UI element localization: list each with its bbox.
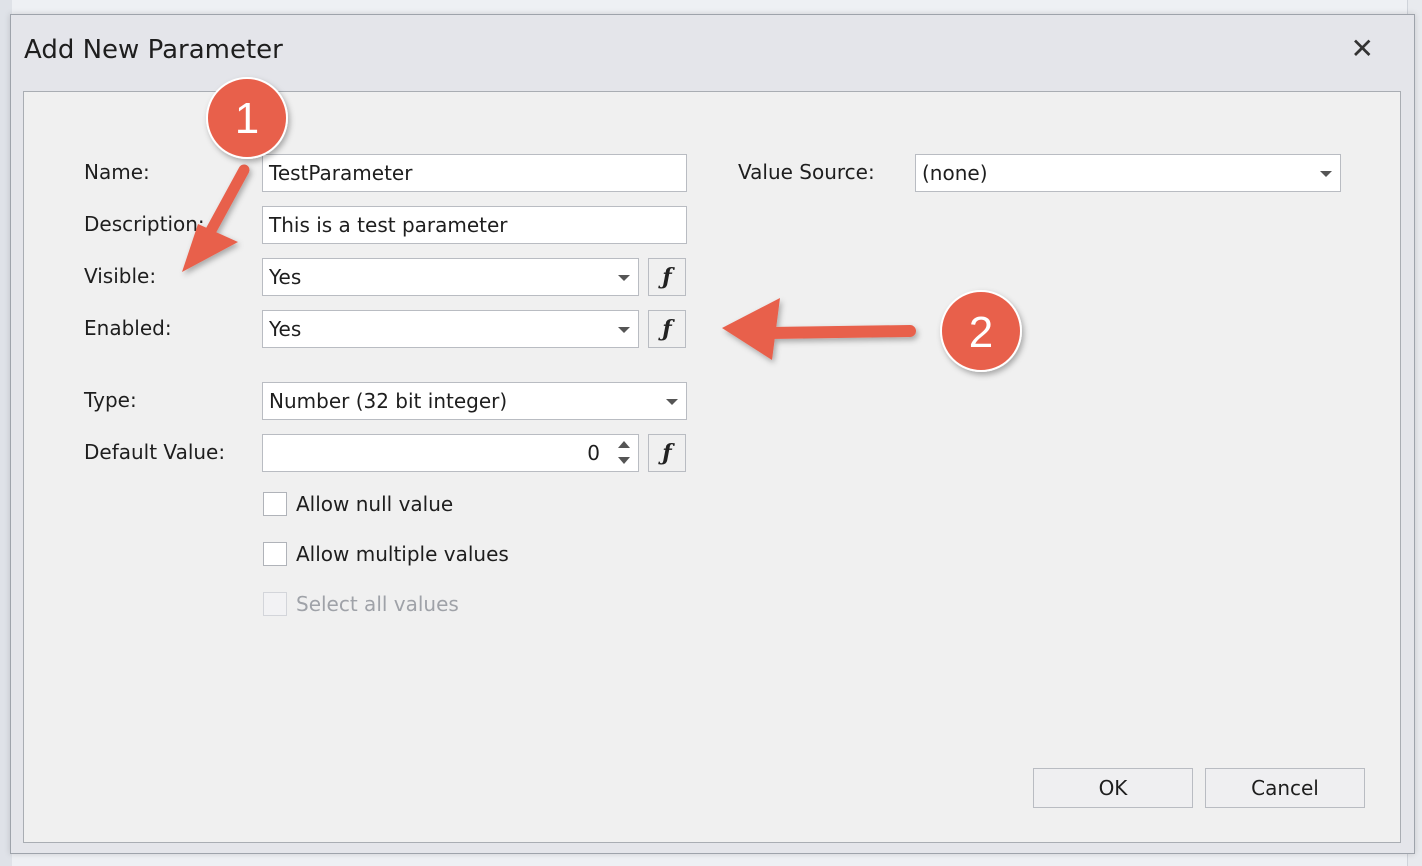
allow-multiple-label[interactable]: Allow multiple values: [296, 542, 509, 566]
spin-up-icon[interactable]: [618, 441, 630, 448]
type-dropdown[interactable]: Number (32 bit integer): [262, 382, 687, 420]
default-value-label: Default Value:: [84, 440, 226, 464]
close-icon[interactable]: ✕: [1351, 35, 1374, 63]
visible-value: Yes: [269, 265, 302, 289]
value-source-label: Value Source:: [738, 160, 875, 184]
add-parameter-dialog: Add New Parameter ✕ Name: TestParameter …: [10, 14, 1415, 854]
allow-multiple-checkbox[interactable]: [263, 542, 287, 566]
value-source-dropdown[interactable]: (none): [915, 154, 1341, 192]
enabled-dropdown[interactable]: Yes: [262, 310, 639, 348]
type-label: Type:: [84, 388, 137, 412]
visible-expression-button[interactable]: ƒ: [648, 258, 686, 296]
type-value: Number (32 bit integer): [269, 389, 508, 413]
default-value-expression-button[interactable]: ƒ: [648, 434, 686, 472]
value-source-value: (none): [922, 161, 988, 185]
dialog-content: Name: TestParameter Description: This is…: [23, 91, 1401, 843]
description-input[interactable]: This is a test parameter: [262, 206, 687, 244]
allow-null-checkbox[interactable]: [263, 492, 287, 516]
visible-label: Visible:: [84, 264, 157, 288]
select-all-checkbox: [263, 592, 287, 616]
enabled-label: Enabled:: [84, 316, 172, 340]
ok-button[interactable]: OK: [1033, 768, 1193, 808]
dialog-title: Add New Parameter: [24, 35, 283, 65]
chevron-down-icon[interactable]: [666, 399, 678, 405]
chevron-down-icon[interactable]: [618, 275, 630, 281]
allow-null-label[interactable]: Allow null value: [296, 492, 453, 516]
name-label: Name:: [84, 160, 150, 184]
chevron-down-icon[interactable]: [1320, 171, 1332, 177]
name-input[interactable]: TestParameter: [262, 154, 687, 192]
default-value-spinner[interactable]: 0: [262, 434, 639, 472]
description-label: Description:: [84, 212, 205, 236]
chevron-down-icon[interactable]: [618, 327, 630, 333]
enabled-value: Yes: [269, 317, 302, 341]
spin-down-icon[interactable]: [618, 457, 630, 464]
enabled-expression-button[interactable]: ƒ: [648, 310, 686, 348]
cancel-button[interactable]: Cancel: [1205, 768, 1365, 808]
visible-dropdown[interactable]: Yes: [262, 258, 639, 296]
default-value: 0: [587, 441, 600, 465]
select-all-label: Select all values: [296, 592, 459, 616]
